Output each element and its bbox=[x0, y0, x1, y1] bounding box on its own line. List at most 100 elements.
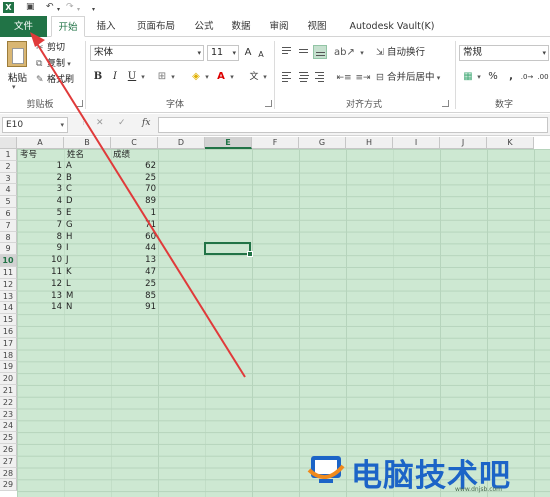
name-box[interactable]: E10 ▾ bbox=[2, 117, 68, 133]
shrink-font-button[interactable]: A bbox=[256, 47, 266, 63]
decrease-decimal-icon[interactable]: .00 bbox=[536, 69, 550, 85]
cell-id[interactable]: 11 bbox=[17, 267, 62, 279]
cell-id[interactable]: 13 bbox=[17, 291, 62, 303]
clipboard-launcher-icon[interactable] bbox=[76, 100, 83, 107]
cell-name[interactable]: J bbox=[66, 255, 69, 267]
cell-id[interactable]: 3 bbox=[17, 184, 62, 196]
cell-score[interactable]: 47 bbox=[111, 267, 156, 279]
tab-review[interactable]: 审阅 bbox=[263, 16, 295, 37]
cell-score[interactable]: 85 bbox=[111, 291, 156, 303]
row-header-16[interactable]: 16 bbox=[0, 326, 17, 338]
cell-id[interactable]: 1 bbox=[17, 161, 62, 173]
row-header-25[interactable]: 25 bbox=[0, 432, 17, 444]
cell-name[interactable]: G bbox=[66, 220, 73, 232]
row-header-7[interactable]: 7 bbox=[0, 219, 17, 232]
orientation-icon[interactable]: ab↗ bbox=[334, 45, 355, 61]
comma-button[interactable]: , bbox=[505, 69, 517, 85]
row-header-15[interactable]: 15 bbox=[0, 314, 17, 326]
tab-file[interactable]: 文件 bbox=[0, 16, 47, 37]
row-header-9[interactable]: 9 bbox=[0, 243, 17, 256]
align-left-icon[interactable] bbox=[280, 70, 294, 84]
tab-insert[interactable]: 插入 bbox=[90, 16, 122, 37]
cell-score[interactable]: 89 bbox=[111, 196, 156, 208]
cell-score[interactable]: 1 bbox=[111, 208, 156, 220]
increase-decimal-icon[interactable]: .0→ bbox=[520, 69, 534, 85]
cell-name[interactable]: C bbox=[66, 184, 72, 196]
italic-button[interactable]: I bbox=[109, 69, 121, 85]
currency-dropdown-icon[interactable]: ▾ bbox=[475, 69, 483, 85]
underline-dropdown-icon[interactable]: ▾ bbox=[139, 69, 147, 85]
save-icon[interactable]: ▣ bbox=[26, 2, 35, 13]
tab-view[interactable]: 视图 bbox=[301, 16, 333, 37]
number-format-select[interactable]: 常规 ▾ bbox=[459, 45, 549, 61]
decrease-indent-icon[interactable]: ⇤≡ bbox=[336, 70, 352, 86]
row-header-21[interactable]: 21 bbox=[0, 385, 17, 397]
column-header-d[interactable]: D bbox=[158, 137, 205, 149]
font-color-button[interactable]: A bbox=[215, 69, 227, 85]
cell-name[interactable]: N bbox=[66, 302, 72, 314]
row-header-27[interactable]: 27 bbox=[0, 455, 17, 468]
phonetic-button[interactable]: 文 bbox=[248, 69, 260, 85]
cell-name[interactable]: D bbox=[66, 196, 73, 208]
percent-button[interactable]: % bbox=[487, 69, 499, 85]
paste-icon[interactable] bbox=[7, 41, 27, 67]
insert-function-button[interactable]: fx bbox=[142, 118, 150, 128]
paste-dropdown-icon[interactable]: ▾ bbox=[12, 83, 16, 91]
row-header-18[interactable]: 18 bbox=[0, 349, 17, 362]
phonetic-dropdown-icon[interactable]: ▾ bbox=[261, 69, 269, 85]
cell-name[interactable]: K bbox=[66, 267, 72, 279]
cell-id[interactable]: 10 bbox=[17, 255, 62, 267]
align-middle-icon[interactable] bbox=[297, 45, 311, 59]
column-header-a[interactable]: A bbox=[17, 137, 64, 149]
cell-name[interactable]: L bbox=[66, 279, 71, 291]
row-header-19[interactable]: 19 bbox=[0, 361, 17, 374]
currency-icon[interactable]: ▦ bbox=[461, 69, 475, 85]
cell-name[interactable]: I bbox=[66, 243, 69, 255]
align-center-icon[interactable] bbox=[297, 70, 311, 84]
cell-name[interactable]: A bbox=[66, 161, 72, 173]
column-header-k[interactable]: K bbox=[487, 137, 534, 149]
cell-id[interactable]: 2 bbox=[17, 173, 62, 185]
font-size-select[interactable]: 11 ▾ bbox=[207, 45, 239, 61]
row-header-6[interactable]: 6 bbox=[0, 208, 17, 220]
row-header-24[interactable]: 24 bbox=[0, 420, 17, 433]
cell-id[interactable]: 5 bbox=[17, 208, 62, 220]
row-header-22[interactable]: 22 bbox=[0, 396, 17, 409]
align-top-icon[interactable] bbox=[280, 45, 294, 59]
cell-grid[interactable] bbox=[17, 149, 550, 497]
cell-score[interactable]: 13 bbox=[111, 255, 156, 267]
row-header-5[interactable]: 5 bbox=[0, 196, 17, 208]
row-header-13[interactable]: 13 bbox=[0, 290, 17, 303]
active-cell-e10[interactable] bbox=[204, 242, 253, 257]
cell-score[interactable]: 62 bbox=[111, 161, 156, 173]
row-header-10[interactable]: 10 bbox=[0, 255, 17, 267]
align-right-icon[interactable] bbox=[313, 70, 327, 84]
tab-home[interactable]: 开始 bbox=[51, 16, 85, 37]
row-header-11[interactable]: 11 bbox=[0, 267, 17, 279]
column-header-i[interactable]: I bbox=[393, 137, 440, 149]
cell-score[interactable]: 44 bbox=[111, 243, 156, 255]
alignment-launcher-icon[interactable] bbox=[442, 100, 449, 107]
cell-name[interactable]: H bbox=[66, 232, 72, 244]
grow-font-button[interactable]: A bbox=[242, 45, 254, 61]
column-header-c[interactable]: C bbox=[111, 137, 158, 149]
cell-score[interactable]: 70 bbox=[111, 184, 156, 196]
select-all-corner[interactable] bbox=[0, 137, 17, 149]
font-name-select[interactable]: 宋体 ▾ bbox=[90, 45, 204, 61]
column-header-h[interactable]: H bbox=[346, 137, 393, 149]
cell-id[interactable]: 7 bbox=[17, 220, 62, 232]
cancel-icon[interactable]: ✕ bbox=[96, 118, 104, 128]
paste-button[interactable]: 粘贴 bbox=[8, 70, 27, 84]
border-dropdown-icon[interactable]: ▾ bbox=[169, 69, 177, 85]
font-launcher-icon[interactable] bbox=[265, 100, 272, 107]
row-header-14[interactable]: 14 bbox=[0, 302, 17, 315]
row-header-3[interactable]: 3 bbox=[0, 172, 17, 185]
row-header-26[interactable]: 26 bbox=[0, 444, 17, 456]
customize-qat-icon[interactable]: ▾ bbox=[92, 4, 95, 15]
column-header-b[interactable]: B bbox=[64, 137, 111, 149]
column-header-j[interactable]: J bbox=[440, 137, 487, 149]
row-header-8[interactable]: 8 bbox=[0, 231, 17, 244]
merge-center-button[interactable]: ⊟ 合并后居中 ▾ bbox=[376, 70, 464, 86]
border-icon[interactable]: ⊞ bbox=[155, 69, 169, 85]
cell-name[interactable]: B bbox=[66, 173, 72, 185]
